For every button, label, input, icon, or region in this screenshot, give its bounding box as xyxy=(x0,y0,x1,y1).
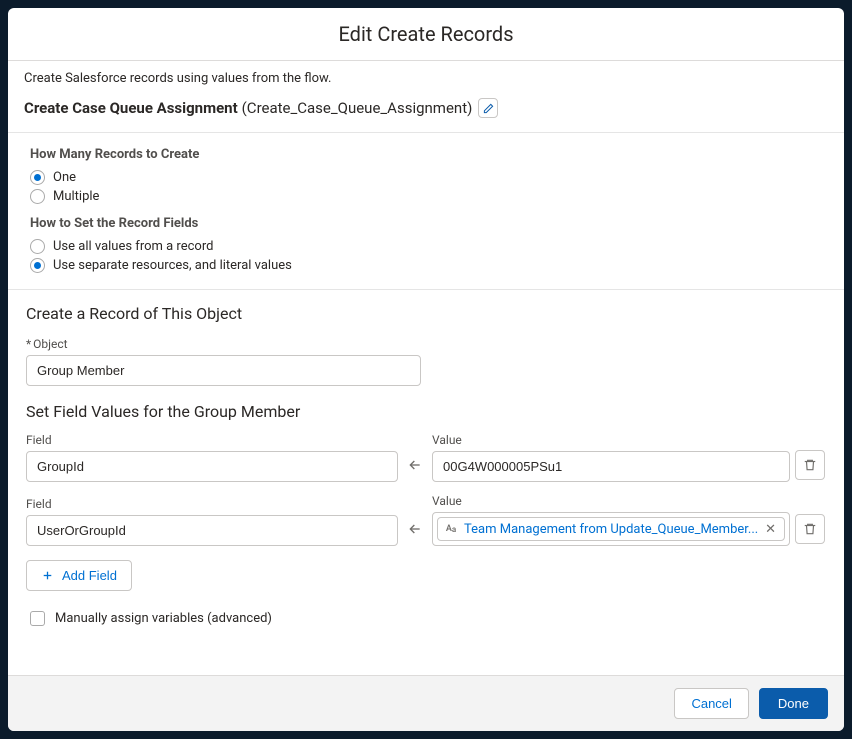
edit-create-records-modal: Edit Create Records Create Salesforce re… xyxy=(8,8,844,731)
field-col-1: Field xyxy=(26,433,398,482)
radio-all-values[interactable]: Use all values from a record xyxy=(30,237,826,256)
object-label: Object xyxy=(26,337,826,351)
arrow-2 xyxy=(402,512,428,546)
modal-body: Create Salesforce records using values f… xyxy=(8,61,844,675)
advanced-checkbox-row[interactable]: Manually assign variables (advanced) xyxy=(8,605,844,642)
field-values-heading: Set Field Values for the Group Member xyxy=(8,398,844,427)
field-value-row-2: Field Value Aa Team Management from Upda… xyxy=(8,488,844,552)
description-text: Create Salesforce records using values f… xyxy=(8,61,844,94)
modal-header: Edit Create Records xyxy=(8,8,844,61)
record-name-row: Create Case Queue Assignment (Create_Cas… xyxy=(8,94,844,132)
delete-cell-1 xyxy=(794,448,826,482)
object-input[interactable] xyxy=(26,355,421,386)
advanced-checkbox-label: Manually assign variables (advanced) xyxy=(55,611,272,626)
how-many-label: How Many Records to Create xyxy=(30,147,826,162)
radio-all-values-label: Use all values from a record xyxy=(53,239,213,254)
radio-one[interactable]: One xyxy=(30,168,826,187)
field-label-2: Field xyxy=(26,497,398,511)
value-input-1[interactable] xyxy=(432,451,790,482)
how-set-label: How to Set the Record Fields xyxy=(30,216,826,231)
object-field-block: Object xyxy=(8,329,844,398)
value-pill-input-2[interactable]: Aa Team Management from Update_Queue_Mem… xyxy=(432,512,790,546)
modal-footer: Cancel Done xyxy=(8,675,844,731)
done-button[interactable]: Done xyxy=(759,688,828,719)
modal-title: Edit Create Records xyxy=(24,22,828,46)
field-input-2[interactable] xyxy=(26,515,398,546)
plus-icon xyxy=(41,569,54,582)
radio-separate-input[interactable] xyxy=(30,258,45,273)
field-col-2: Field xyxy=(26,497,398,546)
delete-cell-2 xyxy=(794,512,826,546)
pencil-icon xyxy=(483,103,494,114)
delete-row-1-button[interactable] xyxy=(795,450,825,480)
advanced-checkbox[interactable] xyxy=(30,611,45,626)
remove-pill-button[interactable]: ✕ xyxy=(763,522,778,537)
value-col-1: Value xyxy=(432,433,790,482)
arrow-1 xyxy=(402,448,428,482)
record-label: Create Case Queue Assignment xyxy=(24,99,238,117)
radio-one-input[interactable] xyxy=(30,170,45,185)
delete-row-2-button[interactable] xyxy=(795,514,825,544)
radio-separate-label: Use separate resources, and literal valu… xyxy=(53,258,292,273)
value-label-1: Value xyxy=(432,433,790,447)
resource-pill-text: Team Management from Update_Queue_Member… xyxy=(464,522,759,537)
trash-icon xyxy=(803,458,817,472)
radio-all-values-input[interactable] xyxy=(30,239,45,254)
value-col-2: Value Aa Team Management from Update_Que… xyxy=(432,494,790,546)
field-value-row-1: Field Value xyxy=(8,427,844,488)
record-api-name: (Create_Case_Queue_Assignment) xyxy=(242,99,473,117)
add-field-label: Add Field xyxy=(62,568,117,583)
radio-multiple-input[interactable] xyxy=(30,189,45,204)
create-record-heading: Create a Record of This Object xyxy=(8,289,844,329)
arrow-left-icon xyxy=(407,457,423,473)
add-field-button[interactable]: Add Field xyxy=(26,560,132,591)
text-type-icon: Aa xyxy=(442,520,460,538)
arrow-left-icon xyxy=(407,521,423,537)
radio-separate[interactable]: Use separate resources, and literal valu… xyxy=(30,256,826,275)
value-label-2: Value xyxy=(432,494,790,508)
resource-pill: Aa Team Management from Update_Queue_Mem… xyxy=(437,517,785,541)
trash-icon xyxy=(803,522,817,536)
radio-one-label: One xyxy=(53,170,76,185)
radio-multiple-label: Multiple xyxy=(53,189,99,204)
cancel-button[interactable]: Cancel xyxy=(674,688,748,719)
edit-name-button[interactable] xyxy=(478,98,498,118)
radio-multiple[interactable]: Multiple xyxy=(30,187,826,206)
field-input-1[interactable] xyxy=(26,451,398,482)
field-label-1: Field xyxy=(26,433,398,447)
how-many-section: How Many Records to Create One Multiple … xyxy=(8,132,844,289)
